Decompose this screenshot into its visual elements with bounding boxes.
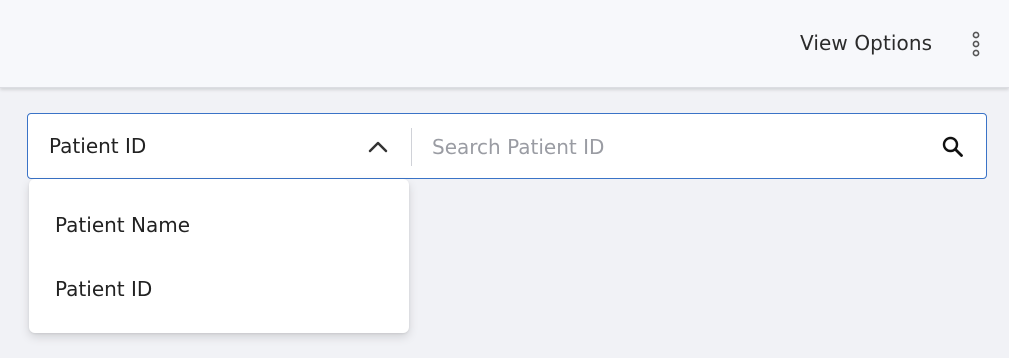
top-toolbar: View Options (0, 0, 1009, 88)
dropdown-option-patient-name[interactable]: Patient Name (29, 193, 409, 257)
view-options-button[interactable]: View Options (800, 31, 932, 55)
patient-search-bar: Patient ID (27, 113, 987, 179)
search-input[interactable] (432, 126, 912, 168)
more-vertical-icon[interactable] (966, 29, 986, 59)
search-divider (411, 128, 412, 166)
search-field-select[interactable]: Patient ID (49, 134, 146, 158)
search-icon[interactable] (940, 134, 966, 160)
search-field-dropdown: Patient Name Patient ID (29, 179, 409, 333)
dropdown-option-patient-id[interactable]: Patient ID (29, 257, 409, 321)
chevron-up-icon[interactable] (366, 135, 390, 159)
